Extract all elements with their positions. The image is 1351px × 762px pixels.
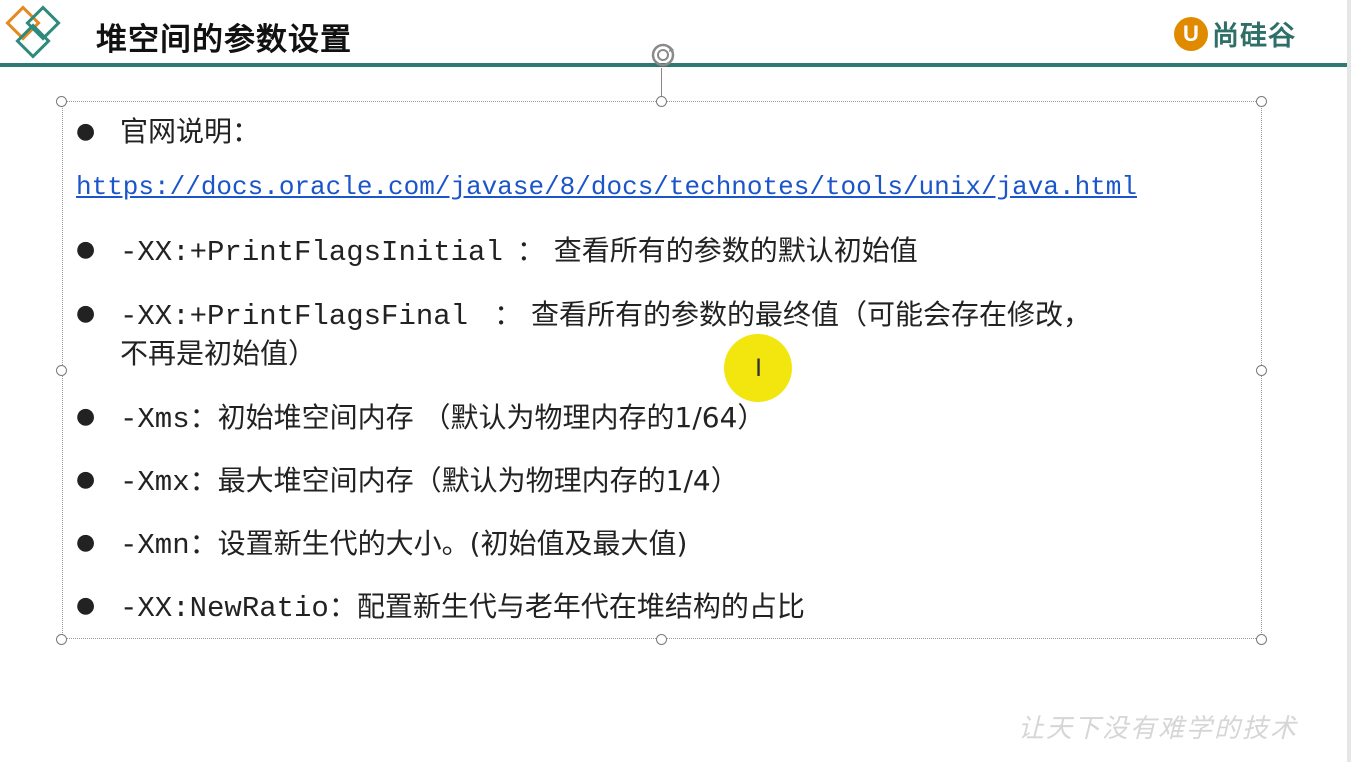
flag-name: -Xmx [120, 466, 190, 499]
flag-name: -Xmn [120, 529, 190, 562]
bullet-icon: ● [76, 237, 96, 262]
bullet-icon: ● [76, 404, 96, 429]
window-edge [1347, 0, 1351, 762]
bullet-icon: ● [76, 467, 96, 492]
flag-name: -XX:NewRatio [120, 592, 329, 625]
resize-handle-bottom-center[interactable] [656, 634, 667, 645]
item-label: 官网说明： [120, 115, 261, 148]
brand-logo: U 尚硅谷 [1174, 14, 1296, 53]
flag-name: -Xms [120, 403, 190, 436]
resize-handle-top-right[interactable] [1256, 96, 1267, 107]
resize-handle-top-left[interactable] [56, 96, 67, 107]
slide: 堆空间的参数设置 U 尚硅谷 ● 官网说明： https://docs.orac… [0, 0, 1351, 762]
watermark: 让天下没有难学的技术 [1018, 714, 1299, 744]
flag-description: ：初始堆空间内存 （默认为物理内存的1/64） [189, 401, 766, 434]
bullet-icon: ● [76, 593, 96, 618]
flag-description: ：最大堆空间内存（默认为物理内存的1/4） [189, 464, 739, 497]
flag-name: -XX:+PrintFlagsFinal [120, 300, 469, 333]
page-title: 堆空间的参数设置 [96, 22, 352, 58]
resize-handle-top-center[interactable] [656, 96, 667, 107]
resize-handle-middle-left[interactable] [56, 365, 67, 376]
flag-description-cont: 不再是初始值） [120, 337, 317, 370]
flag-description: ：设置新生代的大小。(初始值及最大值) [189, 527, 688, 560]
resize-handle-bottom-right[interactable] [1256, 634, 1267, 645]
resize-handle-bottom-left[interactable] [56, 634, 67, 645]
bullet-icon: ● [76, 530, 96, 555]
text-cursor-icon: I [755, 354, 763, 382]
brand-name: 尚硅谷 [1212, 21, 1296, 52]
flag-description: ： 查看所有的参数的默认初始值 [516, 234, 918, 267]
resize-handle-middle-right[interactable] [1256, 365, 1267, 376]
rotate-handle-icon[interactable] [648, 40, 678, 70]
diamond-logo-icon [5, 5, 61, 59]
bullet-icon: ● [76, 301, 96, 326]
flag-description: ： 查看所有的参数的最终值（可能会存在修改， [494, 298, 1091, 331]
doc-link[interactable]: https://docs.oracle.com/javase/8/docs/te… [76, 172, 1137, 202]
flag-name: -XX:+PrintFlagsInitial [120, 236, 503, 269]
bullet-icon: ● [76, 119, 96, 144]
brand-mark-icon: U [1174, 16, 1208, 51]
flag-description: ：配置新生代与老年代在堆结构的占比 [328, 590, 805, 623]
